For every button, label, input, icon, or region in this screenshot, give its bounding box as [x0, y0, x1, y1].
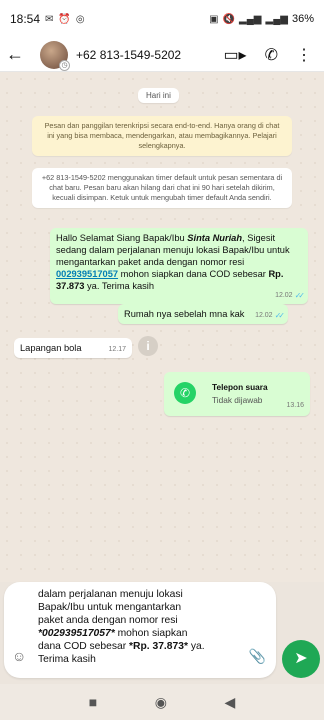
sticker-icon[interactable]: ☺ [12, 648, 26, 664]
message-time: 12.02 ✓✓ [255, 311, 286, 320]
avatar[interactable]: ◷ [40, 40, 70, 71]
message-time: 13.16 [286, 402, 304, 409]
status-bar: 18:54 ✉ ⏰ ◎ ▣ 🔇 ▂▄▆ ▂▄▆ 36% [0, 0, 324, 38]
more-options-icon[interactable]: ⋮ [296, 45, 312, 65]
date-separator: Hari ini [138, 88, 179, 103]
back-arrow-icon[interactable]: ← [6, 44, 30, 65]
recents-icon[interactable]: ■ [89, 694, 97, 710]
composer-line: dalam perjalanan menuju lokasi [38, 589, 183, 600]
home-icon[interactable]: ◉ [155, 694, 167, 711]
phone-call-icon[interactable]: ✆ [174, 382, 196, 404]
call-status: Tidak dijawab [212, 395, 263, 405]
composer-line: dana COD sebesar *Rp. 37.873* ya. [38, 641, 205, 652]
status-time: 18:54 [10, 12, 41, 26]
system-nav-bar: ■ ◉ ◀ [0, 684, 324, 720]
composer-line: Terima kasih [38, 654, 96, 665]
signal-icon: ▂▄▆ [239, 13, 262, 25]
message-text: Lapangan bola [20, 343, 82, 353]
missed-call-message[interactable]: ✆ Telepon suara Tidak dijawab 13.16 [164, 372, 310, 416]
screen-icon: ▣ [209, 13, 219, 25]
chat-header: ← ◷ +62 813-1549-5202 ▭▸ ✆ ⋮ [0, 38, 324, 72]
message-time: 12.02 ✓✓ [275, 291, 306, 300]
battery-level: 36% [291, 13, 314, 25]
message-text: ya. Terima kasih [84, 281, 155, 291]
recipient-name: Sinta Nuriah [187, 233, 243, 243]
message-composer[interactable]: dalam perjalanan menuju lokasi Bapak/Ibu… [4, 582, 276, 678]
whatsapp-icon: ◎ [75, 13, 85, 25]
timer-badge-icon: ◷ [59, 59, 70, 71]
outgoing-message[interactable]: Rumah nya sebelah mna kak 12.02 ✓✓ [118, 304, 288, 324]
read-ticks-icon: ✓✓ [274, 311, 286, 320]
tracking-number-link[interactable]: 002939517057 [56, 269, 118, 279]
send-button[interactable]: ➤ [282, 640, 320, 678]
info-icon[interactable]: i [138, 336, 158, 356]
call-title: Telepon suara [212, 382, 268, 392]
message-text: Hallo Selamat Siang Bapak/Ibu [56, 233, 188, 243]
mail-icon: ✉ [45, 13, 54, 25]
signal2-icon: ▂▄▆ [265, 13, 288, 25]
chat-area[interactable]: Hari ini Pesan dan panggilan terenkripsi… [0, 72, 324, 582]
mute-icon: 🔇 [222, 13, 236, 25]
attach-icon[interactable]: 📎 [249, 648, 266, 665]
outgoing-message[interactable]: Hallo Selamat Siang Bapak/Ibu Sinta Nuri… [50, 228, 308, 304]
read-ticks-icon: ✓✓ [294, 291, 306, 300]
message-input[interactable]: dalam perjalanan menuju lokasi Bapak/Ibu… [38, 588, 248, 666]
back-icon[interactable]: ◀ [224, 694, 235, 711]
phone-call-icon[interactable]: ✆ [265, 45, 278, 65]
disappearing-timer-notice[interactable]: +62 813-1549-5202 menggunakan timer defa… [32, 168, 292, 208]
video-call-icon[interactable]: ▭▸ [223, 45, 246, 65]
encryption-notice[interactable]: Pesan dan panggilan terenkripsi secara e… [32, 116, 292, 156]
message-time: 12.17 [108, 346, 126, 353]
contact-name[interactable]: +62 813-1549-5202 [76, 48, 223, 62]
incoming-message[interactable]: Lapangan bola 12.17 [14, 338, 132, 358]
send-icon: ➤ [294, 650, 308, 667]
composer-line: paket anda dengan nomor resi [38, 615, 178, 626]
message-text: mohon siapkan dana COD sebesar [118, 269, 269, 279]
composer-line: Bapak/Ibu untuk mengantarkan [38, 602, 182, 613]
alarm-icon: ⏰ [58, 13, 71, 25]
message-text: Rumah nya sebelah mna kak [124, 309, 245, 319]
composer-line: *002939517057* mohon siapkan [38, 628, 188, 639]
